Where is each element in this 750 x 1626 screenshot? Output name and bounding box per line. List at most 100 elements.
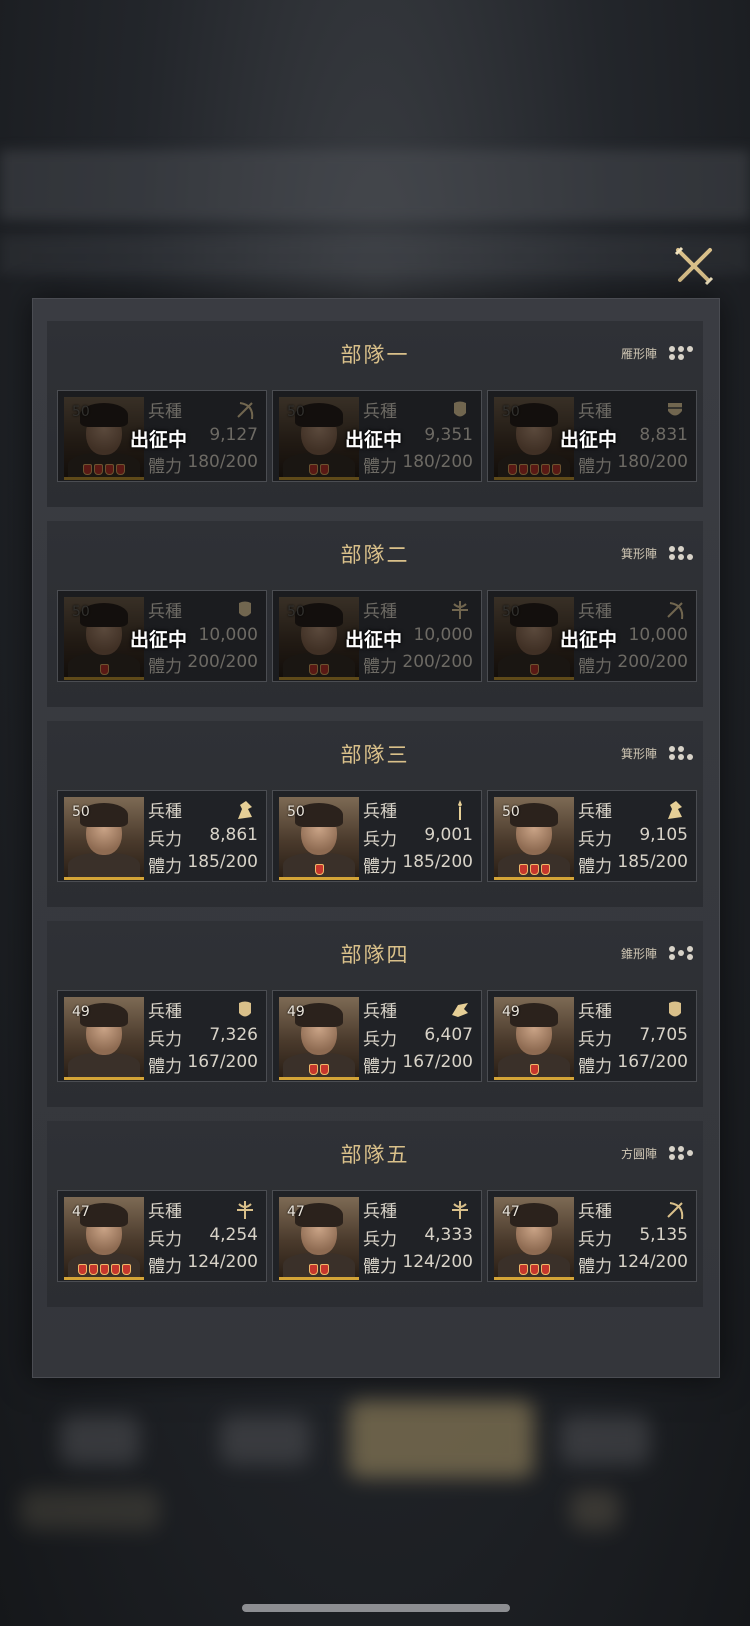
force-value: 9,105 bbox=[639, 825, 688, 845]
star-badge-icon bbox=[105, 464, 114, 475]
general-portrait: 50 bbox=[279, 797, 359, 880]
general-card[interactable]: 47 兵種 兵力 4,254 體力 124/200 bbox=[57, 1190, 267, 1282]
star-badge-icon bbox=[540, 464, 550, 475]
squad-title: 部隊三 bbox=[340, 743, 410, 767]
general-portrait: 50 bbox=[64, 797, 144, 880]
troop-type-label: 兵種 bbox=[363, 602, 397, 622]
star-rank bbox=[64, 464, 144, 475]
deployed-status: 出征中 bbox=[345, 429, 403, 451]
stamina-value: 180/200 bbox=[187, 452, 258, 472]
troop-type-label: 兵種 bbox=[363, 1002, 397, 1022]
squad-title: 部隊四 bbox=[340, 943, 410, 967]
general-portrait: 47 bbox=[494, 1197, 574, 1280]
force-label: 兵力 bbox=[578, 830, 612, 850]
stamina-value: 180/200 bbox=[617, 452, 688, 472]
spear-icon bbox=[449, 799, 471, 821]
general-card[interactable]: 49 兵種兵力 6,407 體力 167/200 bbox=[272, 990, 482, 1082]
stamina-value: 124/200 bbox=[187, 1252, 258, 1272]
formation-label: 箕形陣 bbox=[620, 547, 657, 561]
general-card[interactable]: 50 兵種 9,351 體力 180/200 出征中 bbox=[272, 390, 482, 482]
general-level: 49 bbox=[72, 1004, 90, 1020]
general-card[interactable]: 50 兵種 10,000 體力 200/200 出征中 bbox=[57, 590, 267, 682]
stamina-value: 167/200 bbox=[617, 1052, 688, 1072]
star-badge-icon bbox=[110, 1264, 120, 1275]
formation-selector[interactable]: 錐形陣 bbox=[621, 945, 693, 962]
background-bar-blur bbox=[0, 235, 750, 275]
stamina-label: 體力 bbox=[363, 1257, 397, 1277]
star-badge-icon bbox=[121, 1264, 131, 1275]
general-card[interactable]: 49 兵種 兵力 7,705 體力 167/200 bbox=[487, 990, 697, 1082]
formation-selector[interactable]: 箕形陣 bbox=[621, 545, 693, 562]
star-badge-icon bbox=[314, 864, 324, 875]
background-button-blur bbox=[348, 1400, 534, 1478]
formation-dots-icon bbox=[669, 545, 693, 562]
general-card[interactable]: 50 兵種 兵力 9,001 體力 185/200 bbox=[272, 790, 482, 882]
general-card[interactable]: 50 兵種 兵力 9,105 體力 185/200 bbox=[487, 790, 697, 882]
stamina-label: 體力 bbox=[578, 457, 612, 477]
general-portrait: 49 bbox=[279, 997, 359, 1080]
general-level: 50 bbox=[72, 604, 90, 620]
general-card[interactable]: 50 兵種 10,000 體力 200/200 出征中 bbox=[272, 590, 482, 682]
stamina-label: 體力 bbox=[578, 657, 612, 677]
general-level: 50 bbox=[72, 404, 90, 420]
general-card-row: 50 兵種 兵力 8,861 體力 185/200 50 兵種 兵力 9,001 體力 185/200… bbox=[57, 790, 697, 882]
home-indicator[interactable] bbox=[242, 1604, 510, 1612]
background-bottom-blur-2 bbox=[570, 1490, 620, 1530]
squad-section: 部隊三 箕形陣 50 兵種 兵力 8,861 體力 185/200 50 兵種 兵力 9,001 體力 1… bbox=[47, 721, 703, 907]
force-label: 兵力 bbox=[363, 1030, 397, 1050]
close-button[interactable] bbox=[672, 244, 716, 288]
force-value: 7,326 bbox=[209, 1025, 258, 1045]
formation-selector[interactable]: 方圓陣 bbox=[621, 1145, 693, 1162]
star-rank bbox=[494, 864, 574, 875]
stamina-label: 體力 bbox=[578, 857, 612, 877]
general-card[interactable]: 49 兵種 兵力 7,326 體力 167/200 bbox=[57, 990, 267, 1082]
general-card[interactable]: 50 兵種 8,831 體力 180/200 出征中 bbox=[487, 390, 697, 482]
troop-type-label: 兵種 bbox=[148, 402, 182, 422]
general-card[interactable]: 50 兵種 兵力 8,861 體力 185/200 bbox=[57, 790, 267, 882]
force-value: 8,861 bbox=[209, 825, 258, 845]
stamina-label: 體力 bbox=[363, 1057, 397, 1077]
background-tab-blur-3 bbox=[560, 1415, 650, 1465]
troop-type-label: 兵種 bbox=[148, 602, 182, 622]
squad-section: 部隊四 錐形陣 49 兵種 兵力 7,326 體力 167/200 49 兵種 兵力 6,407 體力 1… bbox=[47, 921, 703, 1107]
general-level: 47 bbox=[502, 1204, 520, 1220]
general-level: 50 bbox=[502, 404, 520, 420]
stamina-value: 200/200 bbox=[617, 652, 688, 672]
star-rank bbox=[279, 1064, 359, 1075]
star-badge-icon bbox=[529, 1064, 539, 1075]
troop-type-label: 兵種 bbox=[578, 1202, 612, 1222]
formation-label: 錐形陣 bbox=[620, 947, 657, 961]
star-badge-icon bbox=[88, 1264, 98, 1275]
general-card-row: 50 兵種 10,000 體力 200/200 出征中 50 兵種 10,000 體力 200/20… bbox=[57, 590, 697, 682]
stamina-value: 200/200 bbox=[402, 652, 473, 672]
stamina-value: 167/200 bbox=[187, 1052, 258, 1072]
background-header-blur bbox=[0, 150, 750, 220]
general-card[interactable]: 47 兵種 兵力 4,333 體力 124/200 bbox=[272, 1190, 482, 1282]
general-portrait: 50 bbox=[494, 797, 574, 880]
general-level: 50 bbox=[287, 804, 305, 820]
crossed-swords-close-icon bbox=[674, 246, 714, 286]
force-label: 兵力 bbox=[148, 1230, 182, 1250]
star-rank bbox=[279, 1264, 359, 1275]
stamina-label: 體力 bbox=[148, 1257, 182, 1277]
general-portrait: 49 bbox=[494, 997, 574, 1080]
star-badge-icon bbox=[320, 664, 329, 675]
general-level: 47 bbox=[287, 1204, 305, 1220]
troop-type-label: 兵種 bbox=[578, 1002, 612, 1022]
general-level: 50 bbox=[502, 804, 520, 820]
star-badge-icon bbox=[309, 1064, 318, 1075]
force-value: 6,407 bbox=[424, 1025, 473, 1045]
general-card[interactable]: 47 兵種 兵力 5,135 體力 124/200 bbox=[487, 1190, 697, 1282]
troop-type-label: 兵種 bbox=[148, 802, 182, 822]
star-badge-icon bbox=[529, 664, 539, 675]
stamina-value: 167/200 bbox=[402, 1052, 473, 1072]
force-label: 兵力 bbox=[363, 830, 397, 850]
stamina-label: 體力 bbox=[363, 657, 397, 677]
general-card[interactable]: 50 兵種 9,127 體力 180/200 出征中 bbox=[57, 390, 267, 482]
force-label: 兵力 bbox=[363, 1230, 397, 1250]
formation-selector[interactable]: 箕形陣 bbox=[621, 745, 693, 762]
stamina-value: 185/200 bbox=[187, 852, 258, 872]
general-card[interactable]: 50 兵種 10,000 體力 200/200 出征中 bbox=[487, 590, 697, 682]
squad-title: 部隊五 bbox=[340, 1143, 410, 1167]
formation-selector[interactable]: 雁形陣 bbox=[621, 345, 693, 362]
